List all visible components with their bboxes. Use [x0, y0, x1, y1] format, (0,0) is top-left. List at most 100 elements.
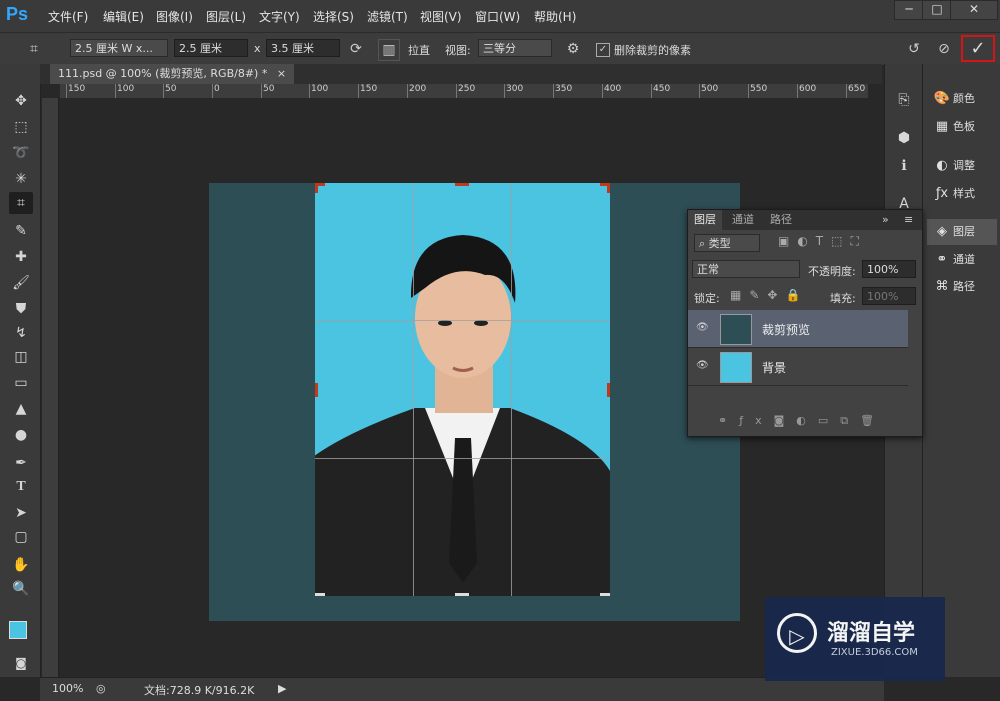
crop-handle-bottom-left[interactable]	[315, 593, 325, 596]
menu-filter[interactable]: 滤镜(T)	[367, 8, 408, 25]
menu-type[interactable]: 文字(Y)	[259, 8, 300, 25]
straighten-label[interactable]: 拉直	[408, 42, 430, 58]
swatches-panel-button[interactable]: ▦ 色板	[927, 114, 997, 140]
type-tool-icon[interactable]: T	[9, 476, 33, 498]
gear-icon[interactable]: ⚙	[563, 39, 583, 59]
layer-row[interactable]: 👁 背景	[688, 348, 908, 386]
layer-filter-select[interactable]: ⌕ 类型	[694, 234, 760, 252]
crop-handle-top-right[interactable]	[607, 183, 610, 193]
opacity-input[interactable]: 100%	[862, 260, 916, 278]
cube-icon[interactable]: ⬢	[894, 128, 914, 148]
blur-tool-icon[interactable]: ▲	[9, 398, 33, 420]
crop-width-input[interactable]: 2.5 厘米	[174, 39, 248, 57]
blend-mode-select[interactable]: 正常	[692, 260, 800, 278]
pen-tool-icon[interactable]: ✒	[9, 452, 33, 474]
clone-stamp-tool-icon[interactable]: ⛊	[9, 298, 33, 320]
eye-icon[interactable]: 👁	[696, 322, 709, 333]
menu-edit[interactable]: 编辑(E)	[103, 8, 144, 25]
channels-panel-button[interactable]: ⚭ 通道	[927, 247, 997, 273]
ruler-tick-label: 350	[555, 84, 573, 94]
marquee-tool-icon[interactable]: ⬚	[9, 116, 33, 138]
status-share-icon[interactable]: ◎	[96, 682, 106, 695]
layer-actions-bar[interactable]: ⚭ƒx◙◐▭⧉🗑	[718, 414, 886, 428]
lock-icons[interactable]: ▦✎✥🔒	[730, 288, 808, 302]
channels-panel-label: 通道	[953, 253, 975, 266]
history-brush-tool-icon[interactable]: ↯	[9, 322, 33, 344]
eyedropper-tool-icon[interactable]: ✎	[9, 220, 33, 242]
ruler-tick-label: 50	[263, 84, 275, 94]
quick-mask-icon[interactable]: ◙	[9, 652, 33, 674]
layer-name: 裁剪预览	[762, 323, 811, 337]
layer-thumbnail	[720, 352, 752, 383]
swatches-icon: ▦	[935, 119, 949, 134]
color-panel-label: 颜色	[953, 92, 975, 105]
fill-input[interactable]: 100%	[862, 287, 916, 305]
lasso-tool-icon[interactable]: ➰	[9, 142, 33, 164]
paths-panel-button[interactable]: ⌘ 路径	[927, 274, 997, 300]
eraser-tool-icon[interactable]: ◫	[9, 346, 33, 368]
move-tool-icon[interactable]: ✥	[9, 90, 33, 112]
adjustments-panel-button[interactable]: ◐ 调整	[927, 153, 997, 179]
maximize-button[interactable]: □	[922, 0, 952, 20]
swap-dimensions-icon[interactable]: ⟳	[346, 39, 366, 59]
minimize-button[interactable]: ─	[894, 0, 924, 20]
foreground-color-swatch[interactable]	[9, 621, 27, 639]
document-tab[interactable]: 111.psd @ 100% (裁剪预览, RGB/8#) * ×	[50, 64, 295, 84]
layer-row[interactable]: 👁 裁剪预览	[688, 310, 908, 348]
tab-paths[interactable]: 路径	[764, 210, 798, 230]
channels-icon: ⚭	[936, 252, 948, 267]
crop-tool-icon[interactable]: ⌗	[9, 192, 33, 214]
delete-pixels-checkbox[interactable]: ✓	[596, 43, 610, 57]
menu-image[interactable]: 图像(I)	[156, 8, 193, 25]
menu-file[interactable]: 文件(F)	[48, 8, 88, 25]
collapse-icon[interactable]: »	[876, 210, 895, 230]
gradient-tool-icon[interactable]: ▭	[9, 372, 33, 394]
layers-panel-button[interactable]: ◈ 图层	[927, 219, 997, 245]
styles-panel-button[interactable]: ƒx 样式	[927, 181, 997, 207]
crop-handle-top-left[interactable]	[315, 183, 318, 193]
eye-icon[interactable]: 👁	[696, 360, 709, 371]
ruler-tick-label: 100	[117, 84, 135, 94]
commit-crop-button[interactable]: ✓	[961, 35, 995, 62]
zoom-level[interactable]: 100%	[52, 682, 83, 695]
close-window-button[interactable]: ✕	[950, 0, 998, 20]
dodge-tool-icon[interactable]: ●	[9, 424, 33, 446]
crop-tool-preset-icon[interactable]: ⌗	[24, 39, 44, 59]
crop-grid-line	[315, 320, 610, 321]
shape-tool-icon[interactable]: ▢	[9, 526, 33, 548]
straighten-icon[interactable]: ▥	[378, 39, 400, 61]
ruler-tick-label: 250	[458, 84, 476, 94]
menu-view[interactable]: 视图(V)	[420, 8, 462, 25]
close-tab-icon[interactable]: ×	[277, 67, 286, 80]
menu-layer[interactable]: 图层(L)	[206, 8, 246, 25]
color-panel-button[interactable]: 🎨 颜色	[927, 86, 997, 112]
hand-tool-icon[interactable]: ✋	[9, 554, 33, 576]
crop-region[interactable]	[315, 183, 610, 596]
magic-wand-tool-icon[interactable]: ✳	[9, 168, 33, 190]
ruler-tick-label: 600	[799, 84, 817, 94]
history-icon[interactable]: ⎘	[894, 90, 914, 110]
crop-handle-bottom-right[interactable]	[600, 593, 610, 596]
zoom-tool-icon[interactable]: 🔍	[9, 578, 33, 600]
menu-help[interactable]: 帮助(H)	[534, 8, 576, 25]
panel-menu-icon[interactable]: ≡	[898, 210, 919, 230]
tab-channels[interactable]: 通道	[726, 210, 760, 230]
crop-handle-bottom[interactable]	[455, 593, 469, 596]
path-selection-tool-icon[interactable]: ➤	[9, 502, 33, 524]
crop-handle-right[interactable]	[607, 383, 610, 397]
status-menu-arrow-icon[interactable]: ▶	[278, 682, 286, 695]
crop-handle-left[interactable]	[315, 383, 318, 397]
info-icon[interactable]: ℹ	[894, 156, 914, 176]
crop-preset-select[interactable]: 2.5 厘米 W x...	[70, 39, 168, 57]
crop-handle-top[interactable]	[455, 183, 469, 186]
overlay-view-select[interactable]: 三等分	[478, 39, 552, 57]
menu-select[interactable]: 选择(S)	[313, 8, 354, 25]
brush-tool-icon[interactable]: 🖌	[9, 272, 33, 294]
layer-filter-icons[interactable]: ▣◐T⬚⛶	[778, 234, 867, 249]
menu-window[interactable]: 窗口(W)	[475, 8, 520, 25]
tab-layers[interactable]: 图层	[688, 210, 722, 230]
cancel-crop-icon[interactable]: ⊘	[934, 39, 954, 59]
reset-icon[interactable]: ↺	[904, 39, 924, 59]
crop-height-input[interactable]: 3.5 厘米	[266, 39, 340, 57]
healing-brush-tool-icon[interactable]: ✚	[9, 246, 33, 268]
